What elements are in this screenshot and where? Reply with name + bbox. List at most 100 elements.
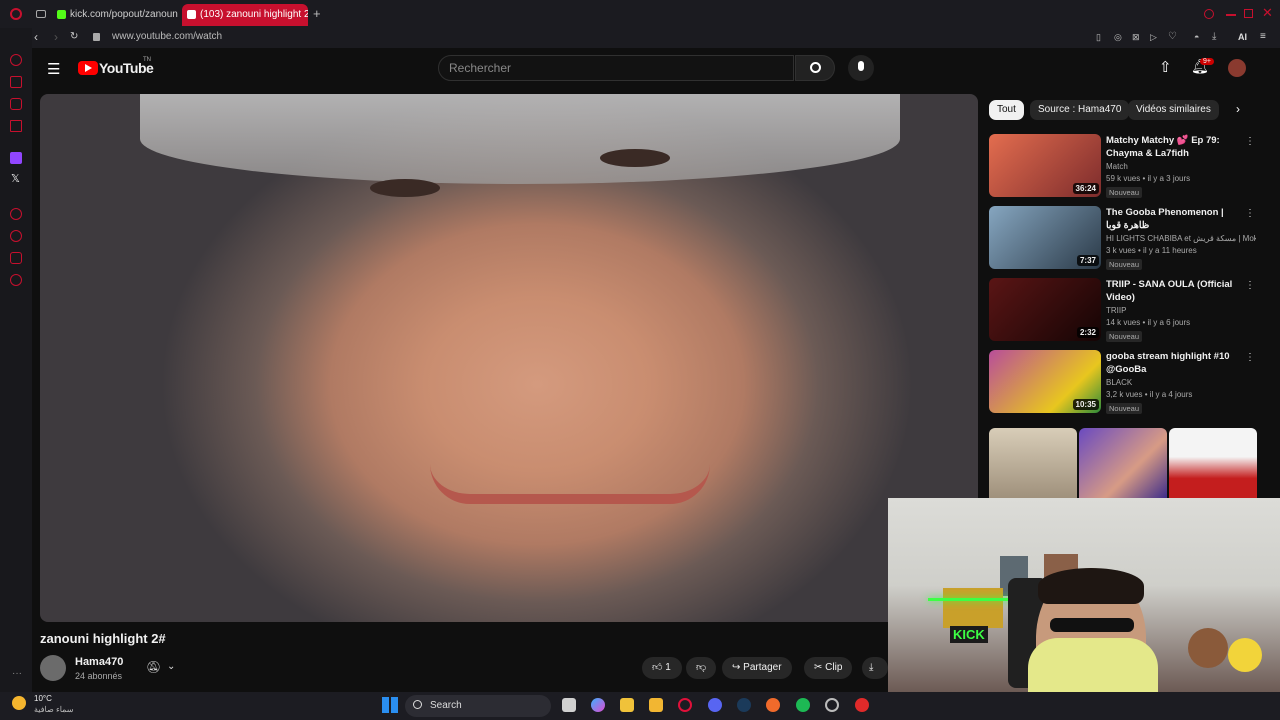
shorts-thumbnail[interactable]: [1169, 428, 1257, 500]
player-icon[interactable]: ▷: [1150, 32, 1157, 43]
chip-source[interactable]: Source : Hama470: [1030, 100, 1130, 120]
sidebar-settings-icon[interactable]: [10, 274, 22, 286]
more-options-icon[interactable]: ⋮: [1245, 280, 1255, 291]
related-title[interactable]: gooba stream highlight #10 @GooBa: [1106, 350, 1246, 376]
search-tabs-icon[interactable]: [1204, 9, 1214, 19]
video-thumbnail[interactable]: 36:24: [989, 134, 1101, 197]
chip-similar[interactable]: Vidéos similaires: [1128, 100, 1219, 120]
menu-icon[interactable]: ≡: [1260, 31, 1266, 42]
video-thumbnail[interactable]: 7:37: [989, 206, 1101, 269]
sidebar-chat-icon[interactable]: [10, 98, 22, 110]
user-avatar[interactable]: [1228, 59, 1246, 77]
like-button[interactable]: 👍︎ 1: [642, 657, 682, 679]
youtube-favicon-icon: [187, 10, 196, 19]
search-input[interactable]: Rechercher: [438, 55, 794, 81]
settings-gear-icon[interactable]: [825, 698, 839, 712]
weather-icon[interactable]: [12, 696, 26, 710]
mic-icon: [858, 61, 864, 71]
weather-temp[interactable]: 10°C: [34, 694, 52, 703]
download-icon[interactable]: ⤓: [1212, 31, 1216, 42]
spotify-icon[interactable]: [796, 698, 810, 712]
download-button[interactable]: ⤓: [862, 657, 888, 679]
weather-desc: سماء صافية: [34, 705, 74, 714]
clip-button[interactable]: ✂ Clip: [804, 657, 853, 679]
sidebar-mail-icon[interactable]: [10, 120, 22, 132]
chevron-down-icon[interactable]: ⌄: [167, 661, 175, 672]
search-button[interactable]: [795, 55, 835, 81]
sidebar-twitch-icon[interactable]: [10, 152, 22, 164]
shorts-thumbnail[interactable]: [989, 428, 1077, 500]
minimize-icon[interactable]: [1226, 14, 1236, 16]
new-tab-button[interactable]: +: [313, 6, 321, 21]
reload-icon[interactable]: ↻: [70, 31, 78, 42]
tab-kick[interactable]: kick.com/popout/zanouni: [52, 4, 178, 26]
brave-icon[interactable]: [766, 698, 780, 712]
adblock-icon[interactable]: ⊠: [1132, 32, 1140, 43]
sidebar-extensions-icon[interactable]: [10, 252, 22, 264]
back-icon[interactable]: ‹: [34, 30, 38, 44]
streamer-webcam-overlay: KICK: [888, 498, 1280, 692]
dislike-button[interactable]: 👎︎: [686, 657, 716, 679]
discord-icon[interactable]: [708, 698, 722, 712]
url-field[interactable]: www.youtube.com/watch: [112, 31, 222, 42]
related-title[interactable]: Matchy Matchy 💕 Ep 79: Chayma & La7fidh: [1106, 134, 1246, 160]
opera-gx-icon[interactable]: [678, 698, 692, 712]
tab-youtube[interactable]: (103) zanouni highlight 2#: [182, 4, 308, 26]
taskbar-search[interactable]: Search: [405, 695, 551, 717]
related-video[interactable]: 10:35 gooba stream highlight #10 @GooBa …: [989, 350, 1261, 416]
sidebar-history-icon[interactable]: [10, 230, 22, 242]
channel-avatar[interactable]: [40, 655, 66, 681]
plush-toy: [1188, 628, 1228, 668]
chip-all[interactable]: Tout: [989, 100, 1024, 120]
app-icon[interactable]: [855, 698, 869, 712]
copilot-icon[interactable]: [591, 698, 605, 712]
more-options-icon[interactable]: ⋮: [1245, 352, 1255, 363]
related-video[interactable]: 36:24 Matchy Matchy 💕 Ep 79: Chayma & La…: [989, 134, 1261, 200]
tab-menu-icon[interactable]: [36, 10, 46, 18]
related-channel[interactable]: Match: [1106, 162, 1256, 171]
forward-icon[interactable]: ›: [54, 30, 58, 44]
sidebar-home-icon[interactable]: [10, 76, 22, 88]
related-title[interactable]: The Gooba Phenomenon | ظاهرة قوبا: [1106, 206, 1246, 232]
shorts-thumbnail[interactable]: [1079, 428, 1167, 500]
sidebar-more-icon[interactable]: ···: [12, 668, 22, 679]
task-view-icon[interactable]: [562, 698, 576, 712]
notification-count-badge: 9+: [1200, 58, 1214, 65]
video-thumbnail[interactable]: 10:35: [989, 350, 1101, 413]
share-button[interactable]: ↪ Partager: [722, 657, 792, 679]
related-channel[interactable]: BLACK: [1106, 378, 1256, 387]
sidebar-player-icon[interactable]: [10, 208, 22, 220]
maximize-icon[interactable]: [1244, 9, 1253, 18]
search-icon: [810, 62, 821, 73]
heart-icon[interactable]: ♡: [1168, 31, 1177, 42]
file-explorer-icon[interactable]: [649, 698, 663, 712]
video-player[interactable]: [40, 94, 978, 622]
windows-start-icon[interactable]: [382, 697, 398, 713]
sidebar-messenger-icon[interactable]: [10, 54, 22, 66]
store-icon[interactable]: [620, 698, 634, 712]
bookmark-icon[interactable]: ▯: [1096, 32, 1101, 43]
related-channel[interactable]: HI LIGHTS CHABIBA et مسكة قريش | Mokhk .…: [1106, 234, 1256, 243]
related-channel[interactable]: TRIIP: [1106, 306, 1256, 315]
subscriber-count: 24 abonnés: [75, 671, 123, 681]
more-options-icon[interactable]: ⋮: [1245, 208, 1255, 219]
ai-button[interactable]: AI: [1238, 32, 1247, 42]
lock-icon: [93, 33, 100, 41]
opera-logo-icon[interactable]: [10, 8, 22, 20]
steam-icon[interactable]: [737, 698, 751, 712]
channel-name[interactable]: Hama470: [75, 656, 123, 668]
screenshot-icon[interactable]: ◎: [1114, 32, 1122, 43]
related-video[interactable]: 7:37 The Gooba Phenomenon | ظاهرة قوبا H…: [989, 206, 1261, 272]
account-icon[interactable]: ◓: [1194, 32, 1199, 42]
video-thumbnail[interactable]: 2:32: [989, 278, 1101, 341]
chevron-right-icon[interactable]: ›: [1236, 102, 1240, 116]
voice-search-button[interactable]: [848, 55, 874, 81]
related-video[interactable]: 2:32 TRIIP - SANA OULA (Official Video) …: [989, 278, 1261, 344]
upload-icon[interactable]: ⇧: [1159, 58, 1172, 76]
hamburger-menu-icon[interactable]: ☰: [47, 60, 60, 78]
sidebar-x-icon[interactable]: 𝕏: [11, 172, 20, 185]
more-options-icon[interactable]: ⋮: [1245, 136, 1255, 147]
close-icon[interactable]: ✕: [1262, 5, 1273, 21]
bell-icon[interactable]: 🔕︎: [146, 660, 161, 674]
related-title[interactable]: TRIIP - SANA OULA (Official Video): [1106, 278, 1246, 304]
